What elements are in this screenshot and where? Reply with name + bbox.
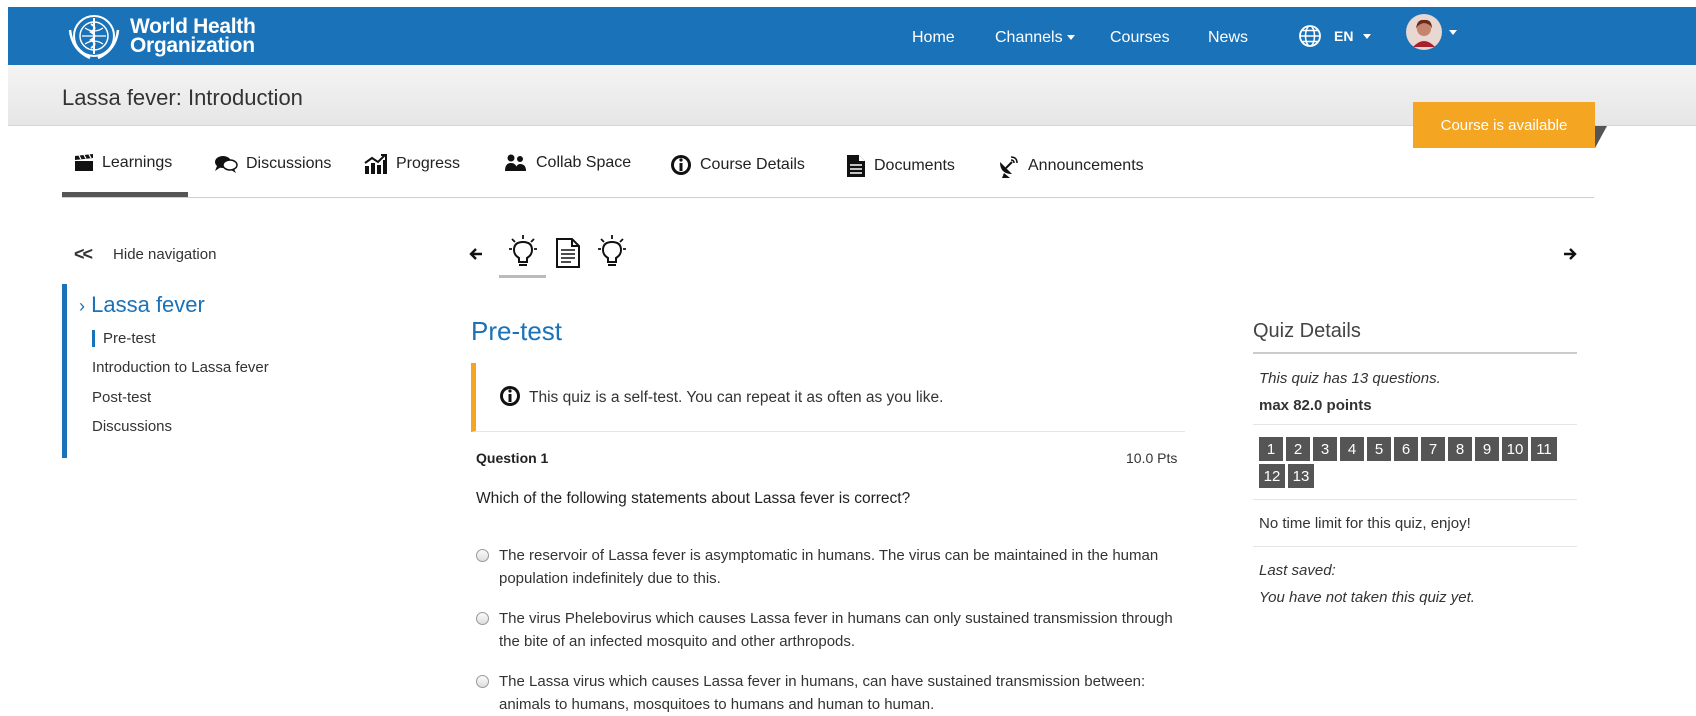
course-navigation-tree: › Lassa fever Pre-test Introduction to L… <box>62 284 362 458</box>
nav-channels[interactable]: Channels <box>995 29 1075 47</box>
chevron-down-icon <box>1449 29 1457 35</box>
clapperboard-icon <box>75 154 93 171</box>
badge-fold <box>1595 126 1607 148</box>
page-title: Pre-test <box>471 316 563 346</box>
quiz-details-panel: Quiz Details This quiz has 13 questions.… <box>1253 320 1577 606</box>
tab-progress[interactable]: Progress <box>364 154 460 174</box>
chevron-down-icon <box>1363 33 1372 39</box>
question-number-button[interactable]: 5 <box>1367 437 1391 461</box>
double-chevron-left-icon: << <box>74 244 93 264</box>
question-number-button[interactable]: 11 <box>1531 437 1557 461</box>
tab-label: Learnings <box>102 154 173 171</box>
question-number-button[interactable]: 4 <box>1340 437 1364 461</box>
nav-courses[interactable]: Courses <box>1110 29 1170 47</box>
nav-section-title[interactable]: › Lassa fever <box>79 292 205 318</box>
question-number-grid: 1 2 3 4 5 6 7 8 9 10 11 12 13 <box>1253 425 1571 499</box>
tab-learnings[interactable]: Learnings <box>74 154 172 172</box>
who-logo[interactable]: World Health Organization <box>64 10 256 62</box>
document-icon <box>847 155 865 177</box>
who-emblem-icon <box>68 15 120 60</box>
next-arrow-icon[interactable] <box>1563 245 1577 266</box>
tab-course-details[interactable]: Course Details <box>670 154 805 176</box>
answer-radio[interactable] <box>476 675 489 688</box>
answer-option[interactable]: The reservoir of Lassa fever is asymptom… <box>476 544 1176 590</box>
avatar <box>1406 14 1442 50</box>
user-menu[interactable] <box>1405 13 1457 51</box>
language-code: EN <box>1334 28 1354 44</box>
tab-label: Collab Space <box>536 154 632 171</box>
tab-announcements[interactable]: Announcements <box>998 154 1144 178</box>
quiz-max-points: max 82.0 points <box>1259 397 1372 414</box>
tab-label: Progress <box>396 155 461 172</box>
hide-navigation-label: Hide navigation <box>113 246 217 263</box>
top-navbar: World Health Organization Home Channels … <box>8 7 1696 65</box>
nav-item-post-test[interactable]: Post-test <box>92 389 151 406</box>
answer-radio[interactable] <box>476 612 489 625</box>
answer-text: The virus Phelebovirus which causes Lass… <box>499 610 1173 650</box>
tab-label: Documents <box>874 157 955 174</box>
globe-icon <box>1299 25 1321 47</box>
chat-bubbles-icon <box>215 156 238 173</box>
answer-option[interactable]: The Lassa virus which causes Lassa fever… <box>476 670 1176 716</box>
question-number-button[interactable]: 6 <box>1394 437 1418 461</box>
course-tabs: Learnings Discussions Progress Collab Sp… <box>62 142 1594 198</box>
language-selector[interactable]: EN <box>1298 24 1372 48</box>
question-number-button[interactable]: 9 <box>1475 437 1499 461</box>
answer-radio[interactable] <box>476 549 489 562</box>
tab-collab-space[interactable]: Collab Space <box>504 154 631 172</box>
users-icon <box>505 154 526 171</box>
active-tab-indicator <box>62 192 188 197</box>
course-title: Lassa fever: Introduction <box>62 85 303 110</box>
tab-label: Discussions <box>246 155 332 172</box>
answer-text: The Lassa virus which causes Lassa fever… <box>499 673 1146 713</box>
quiz-question-count: This quiz has 13 questions. <box>1259 370 1441 387</box>
question-number-button[interactable]: 10 <box>1502 437 1528 461</box>
quiz-time-limit: No time limit for this quiz, enjoy! <box>1259 515 1471 532</box>
prev-arrow-icon[interactable] <box>469 245 483 266</box>
chevron-down-icon <box>1066 35 1075 41</box>
question-points: 10.0 Pts <box>1126 450 1178 466</box>
tab-documents[interactable]: Documents <box>846 154 955 178</box>
nav-news[interactable]: News <box>1208 29 1248 47</box>
quiz-details-title: Quiz Details <box>1253 320 1577 354</box>
nav-item-discussions[interactable]: Discussions <box>92 418 172 435</box>
tab-discussions[interactable]: Discussions <box>214 154 331 174</box>
lightbulb-icon[interactable] <box>508 234 538 273</box>
nav-channels-label: Channels <box>995 29 1063 46</box>
chevron-right-icon: › <box>79 296 85 316</box>
chart-growth-icon <box>364 154 387 174</box>
active-step-indicator <box>499 275 546 278</box>
tab-label: Course Details <box>700 156 805 173</box>
question-text: Which of the following statements about … <box>476 490 911 507</box>
notice-text: This quiz is a self-test. You can repeat… <box>529 389 944 406</box>
question-number-button[interactable]: 13 <box>1288 464 1314 488</box>
last-saved-value: You have not taken this quiz yet. <box>1259 589 1475 606</box>
answer-option[interactable]: The virus Phelebovirus which causes Lass… <box>476 607 1176 653</box>
satellite-dish-icon <box>1000 156 1018 178</box>
question-number-button[interactable]: 7 <box>1421 437 1445 461</box>
nav-item-introduction[interactable]: Introduction to Lassa fever <box>92 359 269 376</box>
last-saved-label: Last saved: <box>1259 562 1336 579</box>
document-icon[interactable] <box>555 238 581 273</box>
question-number-button[interactable]: 2 <box>1286 437 1310 461</box>
question-number-button[interactable]: 3 <box>1313 437 1337 461</box>
logo-line-2: Organization <box>130 34 255 57</box>
info-icon <box>499 385 521 412</box>
info-icon <box>671 155 691 175</box>
lightbulb-icon[interactable] <box>597 234 627 273</box>
question-number-button[interactable]: 12 <box>1259 464 1285 488</box>
tab-label: Announcements <box>1028 157 1144 174</box>
answer-text: The reservoir of Lassa fever is asymptom… <box>499 547 1159 587</box>
question-number-button[interactable]: 8 <box>1448 437 1472 461</box>
nav-item-pre-test[interactable]: Pre-test <box>92 330 156 347</box>
nav-section-label: Lassa fever <box>91 292 205 317</box>
question-label: Question 1 <box>476 450 549 466</box>
question-number-button[interactable]: 1 <box>1259 437 1283 461</box>
nav-home[interactable]: Home <box>912 29 955 47</box>
self-test-notice: This quiz is a self-test. You can repeat… <box>471 363 1185 432</box>
